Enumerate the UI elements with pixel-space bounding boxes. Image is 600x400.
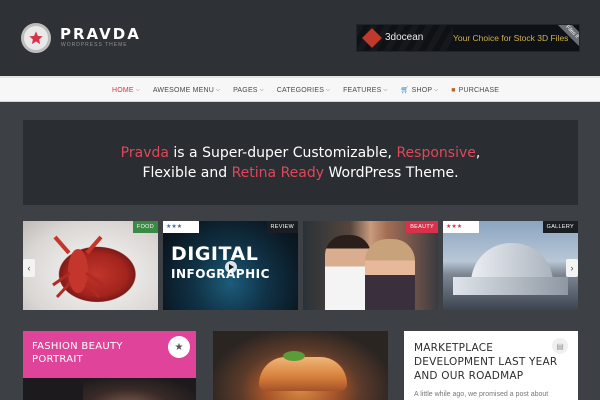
- cart-icon: 🛒︎: [400, 87, 410, 94]
- star-icon: [29, 31, 43, 45]
- logo-title[interactable]: PRAVDA: [60, 25, 141, 43]
- card-title[interactable]: FASHION BEAUTY PORTRAIT: [32, 340, 162, 366]
- hero-text: ,: [475, 145, 481, 161]
- nav-item-shop[interactable]: 🛒︎ SHOP ⌵: [400, 86, 439, 95]
- slide-beauty[interactable]: BEAUTY: [303, 221, 438, 310]
- ad-banner[interactable]: 3docean Your Choice for Stock 3D Files F…: [356, 24, 580, 52]
- slide-gallery[interactable]: ★★★ GALLERY: [443, 221, 578, 310]
- featured-slider: FOOD ★★★ REVIEW DIGITAL INFOGRAPHIC BEAU…: [23, 221, 578, 310]
- chevron-down-icon: ⌵: [135, 87, 140, 93]
- nav-label: AWESOME MENU: [152, 86, 215, 94]
- slide-review[interactable]: ★★★ REVIEW DIGITAL INFOGRAPHIC: [163, 221, 298, 310]
- nav-item-features[interactable]: FEATURES ⌵: [343, 87, 387, 94]
- slider-next-button[interactable]: ›: [566, 259, 578, 277]
- chevron-down-icon: ⌵: [259, 87, 264, 93]
- hotdog-image: [259, 357, 347, 391]
- play-icon[interactable]: [225, 261, 237, 273]
- hero-highlight: Retina Ready: [231, 165, 325, 181]
- star-icon[interactable]: ★: [168, 336, 190, 358]
- gift-icon: ■: [451, 86, 456, 94]
- logo-badge[interactable]: [21, 23, 51, 53]
- hotdog-image: [283, 351, 305, 361]
- category-tag[interactable]: GALLERY: [542, 221, 578, 233]
- category-tag[interactable]: BEAUTY: [406, 221, 438, 233]
- chevron-down-icon: ⌵: [216, 87, 221, 93]
- banner-brand: 3docean: [385, 32, 424, 43]
- nav-item-purchase[interactable]: ■ PURCHASE: [451, 87, 499, 94]
- hero-line-1: Pravda is a Super-duper Customizable, Re…: [23, 143, 578, 163]
- slide-food[interactable]: FOOD: [23, 221, 158, 310]
- hero-brand-word: Pravda: [120, 145, 169, 161]
- hero-text: WordPress Theme.: [324, 165, 459, 181]
- category-tag[interactable]: FOOD: [132, 221, 158, 233]
- main-navigation: HOME ⌵ AWESOME MENU ⌵ PAGES ⌵ CATEGORIES…: [0, 76, 600, 102]
- nav-item-categories[interactable]: CATEGORIES ⌵: [277, 87, 330, 94]
- card-title[interactable]: MARKETPLACE DEVELOPMENT LAST YEAR AND OU…: [414, 341, 564, 383]
- document-icon: ▤: [552, 338, 568, 354]
- hero-tagline: Pravda is a Super-duper Customizable, Re…: [23, 120, 578, 205]
- card-image: [83, 378, 196, 400]
- nav-item-pages[interactable]: PAGES ⌵: [233, 87, 264, 94]
- chevron-down-icon: ⌵: [434, 87, 439, 93]
- hero-text: is a Super-duper Customizable,: [168, 145, 397, 161]
- nav-label: CATEGORIES: [276, 86, 325, 94]
- logo-subtitle: WORDPRESS THEME: [61, 42, 128, 48]
- building-image: [453, 277, 568, 295]
- chevron-down-icon: ⌵: [383, 87, 388, 93]
- couple-image: [365, 239, 415, 310]
- nav-label: PURCHASE: [458, 86, 500, 94]
- slide-subheadline: INFOGRAPHIC: [171, 267, 270, 281]
- lobster-image: [52, 235, 104, 299]
- nav-label: FEATURES: [343, 86, 382, 94]
- nav-item-home[interactable]: HOME ⌵: [112, 87, 140, 94]
- post-card-food[interactable]: [213, 331, 388, 400]
- category-tag[interactable]: REVIEW: [266, 221, 298, 233]
- hero-line-2: Flexible and Retina Ready WordPress Them…: [23, 163, 578, 183]
- card-excerpt: A little while ago, we promised a post a…: [414, 391, 549, 398]
- hero-highlight: Responsive: [396, 145, 476, 161]
- site-header: PRAVDA WORDPRESS THEME 3docean Your Choi…: [0, 0, 600, 76]
- chevron-down-icon: ⌵: [326, 87, 331, 93]
- nav-label: SHOP: [411, 86, 433, 94]
- rating-stars: ★★★: [443, 221, 479, 233]
- nav-item-awesome-menu[interactable]: AWESOME MENU ⌵: [153, 87, 220, 94]
- slider-prev-button[interactable]: ‹: [23, 259, 35, 277]
- slide-headline: DIGITAL: [171, 243, 259, 265]
- nav-label: PAGES: [233, 86, 258, 94]
- nav-label: HOME: [112, 86, 134, 94]
- hero-text: Flexible and: [142, 165, 232, 181]
- rating-stars: ★★★: [163, 221, 199, 233]
- banner-text: Your Choice for Stock 3D Files: [453, 33, 569, 43]
